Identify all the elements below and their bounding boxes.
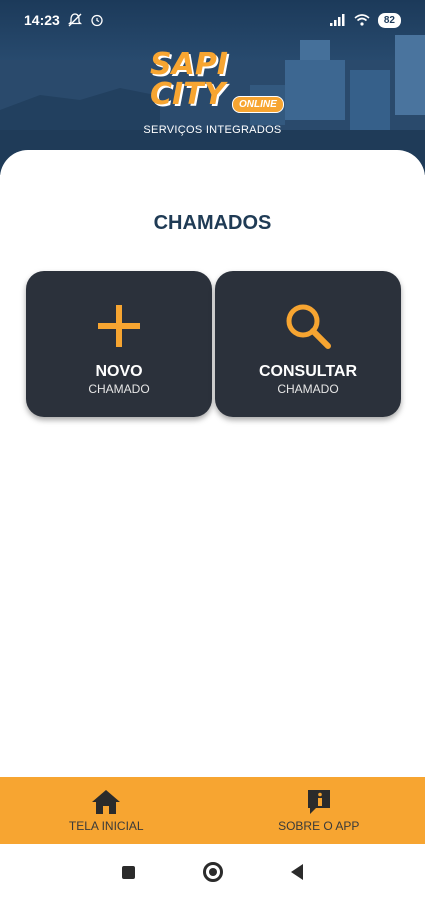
home-button-icon[interactable] (203, 862, 223, 882)
search-ticket-sublabel: CHAMADO (277, 382, 339, 396)
app-subtitle: SERVIÇOS INTEGRADOS (143, 124, 282, 136)
signal-icon (329, 14, 345, 26)
nav-home[interactable]: TELA INICIAL (0, 777, 213, 844)
system-navigation-bar (0, 844, 425, 900)
notifications-off-icon (67, 13, 82, 27)
new-ticket-button[interactable]: NOVO CHAMADO (26, 271, 212, 417)
nav-about-label: SOBRE O APP (278, 818, 360, 833)
new-ticket-label: NOVO (95, 363, 143, 380)
back-icon[interactable] (291, 864, 303, 880)
app-header: 14:23 82 SAPI CITY ONLINE SERVIÇOS INTEG… (0, 0, 425, 175)
status-bar: 14:23 82 (0, 0, 425, 40)
alarm-icon (91, 14, 103, 27)
search-ticket-label: CONSULTAR (258, 363, 358, 380)
app-logo: SAPI CITY ONLINE (148, 46, 288, 136)
page-title: CHAMADOS (153, 212, 272, 234)
bottom-navigation: TELA INICIAL SOBRE O APP (0, 777, 425, 844)
battery-icon: 82 (377, 12, 401, 28)
search-icon (286, 304, 331, 349)
nav-home-label: TELA INICIAL (68, 818, 144, 833)
logo-text-top: SAPI (150, 47, 228, 82)
plus-icon (98, 305, 140, 347)
home-icon (92, 789, 121, 814)
new-ticket-sublabel: CHAMADO (88, 382, 150, 396)
nav-about[interactable]: SOBRE O APP (213, 777, 425, 844)
main-content: CHAMADOS NOVO CHAMADO CONSULTAR CHAMADO (0, 150, 425, 780)
wifi-icon (354, 14, 370, 26)
logo-text-bottom: CITY (150, 77, 226, 112)
search-ticket-button[interactable]: CONSULTAR CHAMADO (215, 271, 401, 417)
status-time: 14:23 (24, 12, 60, 28)
recents-icon[interactable] (122, 865, 135, 879)
info-icon (307, 789, 330, 814)
logo-badge: ONLINE (232, 96, 284, 113)
